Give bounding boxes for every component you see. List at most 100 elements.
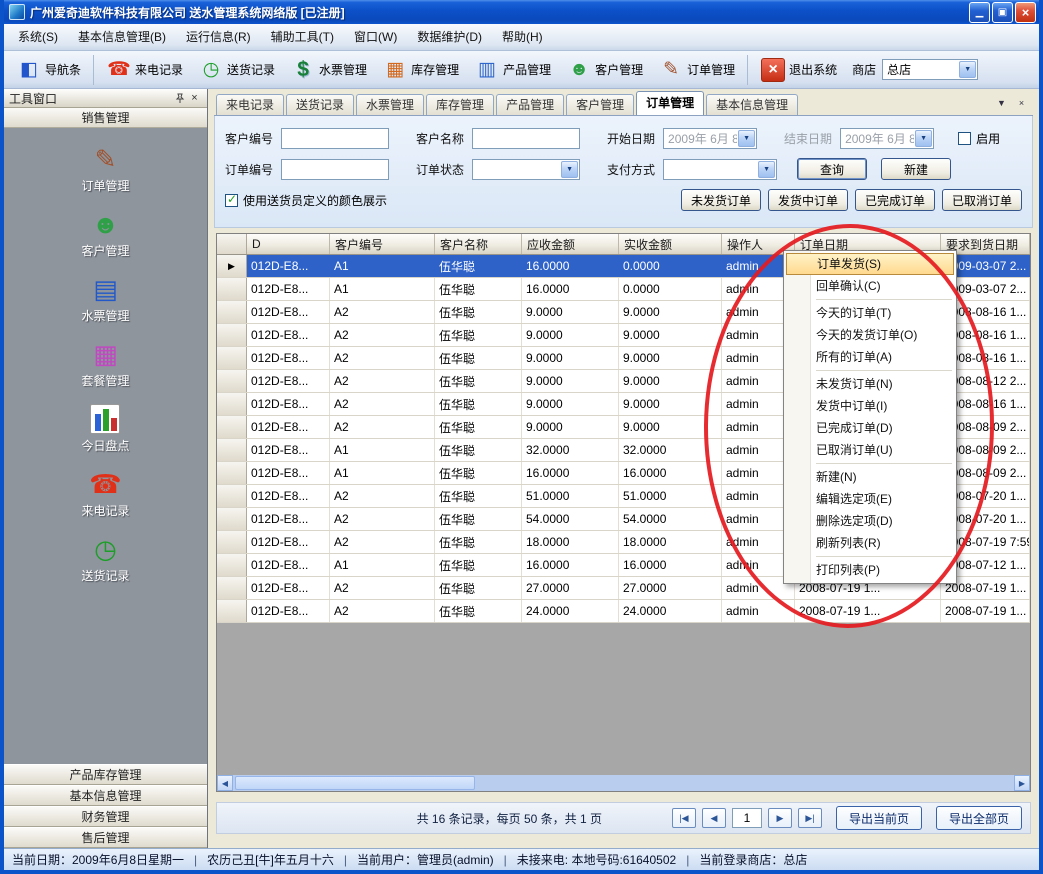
row-selector[interactable] bbox=[217, 508, 247, 530]
sidebar-item[interactable]: 水票管理 bbox=[81, 274, 129, 324]
new-order-button[interactable]: 新建 bbox=[881, 158, 951, 180]
pin-icon[interactable] bbox=[172, 91, 187, 106]
tab[interactable]: 送货记录 bbox=[286, 94, 354, 115]
toolbar-button[interactable]: 导航条 bbox=[10, 55, 94, 85]
menu-item[interactable]: 系统(S) bbox=[8, 27, 68, 47]
context-menu-item[interactable]: 已取消订单(U) bbox=[786, 439, 954, 461]
chevron-down-icon[interactable]: ▼ bbox=[738, 130, 755, 147]
chevron-down-icon[interactable]: ▼ bbox=[758, 161, 775, 178]
menu-item[interactable]: 帮助(H) bbox=[492, 27, 553, 47]
row-selector[interactable] bbox=[217, 324, 247, 346]
order-status-filter-button[interactable]: 未发货订单 bbox=[681, 189, 761, 211]
start-date-picker[interactable]: 2009年 6月 8日 ▼ bbox=[663, 128, 757, 149]
toolbar-button[interactable]: 订单管理 bbox=[652, 55, 748, 85]
customer-no-input[interactable] bbox=[281, 128, 389, 149]
pay-method-select[interactable]: ▼ bbox=[663, 159, 777, 180]
next-page-button[interactable]: ▶ bbox=[768, 808, 792, 828]
order-status-filter-button[interactable]: 发货中订单 bbox=[768, 189, 848, 211]
export-all-pages-button[interactable]: 导出全部页 bbox=[936, 806, 1022, 830]
row-selector[interactable] bbox=[217, 439, 247, 461]
menu-item[interactable]: 数据维护(D) bbox=[407, 27, 492, 47]
menu-item[interactable]: 窗口(W) bbox=[344, 27, 407, 47]
context-menu-item[interactable]: 已完成订单(D) bbox=[786, 417, 954, 439]
tab-close-icon[interactable]: × bbox=[1014, 95, 1029, 110]
tab[interactable]: 订单管理 bbox=[636, 91, 704, 115]
sidebar-section[interactable]: 产品库存管理 bbox=[4, 764, 207, 785]
row-selector[interactable] bbox=[217, 554, 247, 576]
sidebar-section-sales[interactable]: 销售管理 bbox=[4, 108, 207, 128]
maximize-button[interactable]: ▣ bbox=[992, 2, 1013, 23]
toolbar-button[interactable]: 库存管理 bbox=[376, 55, 466, 85]
context-menu-item[interactable]: 回单确认(C) bbox=[786, 275, 954, 297]
order-no-input[interactable] bbox=[281, 159, 389, 180]
row-selector[interactable] bbox=[217, 370, 247, 392]
context-menu-item[interactable]: 新建(N) bbox=[786, 466, 954, 488]
page-number-input[interactable] bbox=[732, 808, 762, 828]
row-selector[interactable] bbox=[217, 301, 247, 323]
context-menu-item[interactable]: 今天的订单(T) bbox=[786, 302, 954, 324]
row-selector[interactable] bbox=[217, 462, 247, 484]
last-page-button[interactable]: ▶| bbox=[798, 808, 822, 828]
sidebar-item[interactable]: 订单管理 bbox=[81, 144, 129, 194]
query-button[interactable]: 查询 bbox=[797, 158, 867, 180]
sidebar-item[interactable]: 来电记录 bbox=[81, 469, 129, 519]
row-selector[interactable] bbox=[217, 416, 247, 438]
sidebar-item[interactable]: 套餐管理 bbox=[81, 339, 129, 389]
export-current-page-button[interactable]: 导出当前页 bbox=[836, 806, 922, 830]
chevron-down-icon[interactable]: ▼ bbox=[959, 61, 976, 78]
context-menu-item[interactable]: 刷新列表(R) bbox=[786, 532, 954, 554]
toolbar-button[interactable]: 送货记录 bbox=[192, 55, 282, 85]
scroll-left-icon[interactable]: ◀ bbox=[217, 775, 233, 791]
toolbar-button[interactable]: 产品管理 bbox=[468, 55, 558, 85]
close-button[interactable]: × bbox=[1015, 2, 1036, 23]
tab-list-icon[interactable]: ▼ bbox=[994, 95, 1009, 110]
scrollbar-thumb[interactable] bbox=[235, 776, 475, 790]
horizontal-scrollbar[interactable]: ◀ ▶ bbox=[217, 775, 1030, 791]
tab[interactable]: 来电记录 bbox=[216, 94, 284, 115]
tab[interactable]: 水票管理 bbox=[356, 94, 424, 115]
sidebar-section[interactable]: 基本信息管理 bbox=[4, 785, 207, 806]
toolbar-button[interactable]: 来电记录 bbox=[100, 55, 190, 85]
toolbar-button[interactable]: 客户管理 bbox=[560, 55, 650, 85]
column-header-customer-name[interactable]: 客户名称 bbox=[435, 234, 522, 254]
menu-item[interactable]: 基本信息管理(B) bbox=[68, 27, 176, 47]
context-menu-item[interactable]: 编辑选定项(E) bbox=[786, 488, 954, 510]
order-status-select[interactable]: ▼ bbox=[472, 159, 580, 180]
column-header-received[interactable]: 实收金额 bbox=[619, 234, 722, 254]
toolbar-button[interactable]: 退出系统 bbox=[754, 55, 844, 85]
menu-item[interactable]: 运行信息(R) bbox=[176, 27, 261, 47]
menu-item[interactable]: 辅助工具(T) bbox=[261, 27, 344, 47]
row-selector[interactable] bbox=[217, 347, 247, 369]
context-menu-item[interactable]: 订单发货(S) bbox=[786, 253, 954, 275]
row-selector[interactable] bbox=[217, 485, 247, 507]
context-menu-item[interactable]: 发货中订单(I) bbox=[786, 395, 954, 417]
context-menu-item[interactable]: 未发货订单(N) bbox=[786, 373, 954, 395]
first-page-button[interactable]: |◀ bbox=[672, 808, 696, 828]
column-header-id[interactable]: D bbox=[247, 234, 330, 254]
column-header-customer-no[interactable]: 客户编号 bbox=[330, 234, 435, 254]
context-menu-item[interactable]: 所有的订单(A) bbox=[786, 346, 954, 368]
sidebar-item[interactable]: 今日盘点 bbox=[81, 404, 129, 454]
enable-date-filter-checkbox[interactable]: 启用 bbox=[958, 130, 1000, 147]
tool-window-close-icon[interactable]: × bbox=[187, 91, 202, 106]
minimize-button[interactable]: ▁ bbox=[969, 2, 990, 23]
select-all-header[interactable] bbox=[217, 234, 247, 254]
row-selector[interactable] bbox=[217, 577, 247, 599]
row-selector[interactable] bbox=[217, 600, 247, 622]
order-status-filter-button[interactable]: 已取消订单 bbox=[942, 189, 1022, 211]
tab[interactable]: 库存管理 bbox=[426, 94, 494, 115]
context-menu-item[interactable]: 今天的发货订单(O) bbox=[786, 324, 954, 346]
chevron-down-icon[interactable]: ▼ bbox=[561, 161, 578, 178]
row-selector[interactable] bbox=[217, 255, 247, 277]
scroll-right-icon[interactable]: ▶ bbox=[1014, 775, 1030, 791]
chevron-down-icon[interactable]: ▼ bbox=[915, 130, 932, 147]
row-selector[interactable] bbox=[217, 278, 247, 300]
sidebar-section[interactable]: 售后管理 bbox=[4, 827, 207, 848]
tab[interactable]: 产品管理 bbox=[496, 94, 564, 115]
toolbar-button[interactable]: 水票管理 bbox=[284, 55, 374, 85]
tab[interactable]: 客户管理 bbox=[566, 94, 634, 115]
column-header-receivable[interactable]: 应收金额 bbox=[522, 234, 619, 254]
sidebar-section[interactable]: 财务管理 bbox=[4, 806, 207, 827]
sidebar-item[interactable]: 客户管理 bbox=[81, 209, 129, 259]
tab[interactable]: 基本信息管理 bbox=[706, 94, 798, 115]
